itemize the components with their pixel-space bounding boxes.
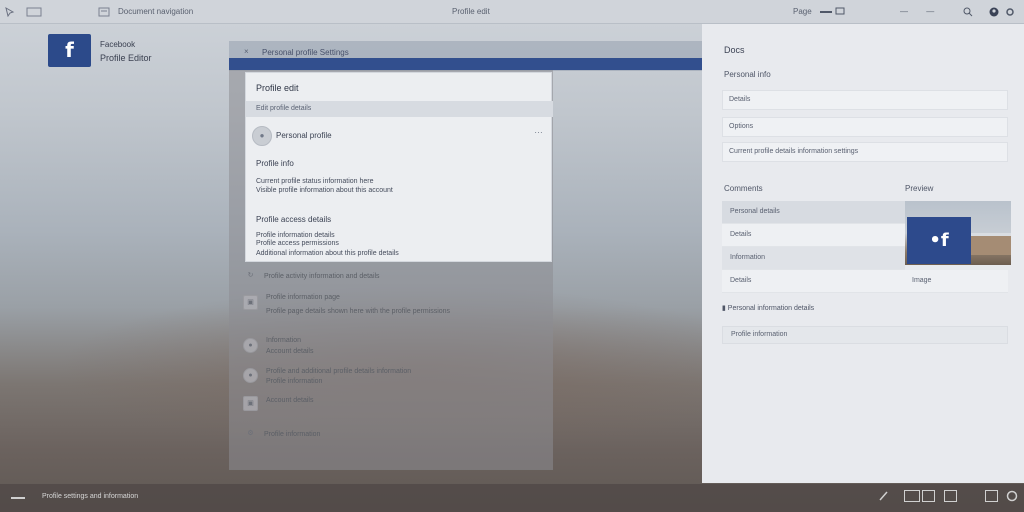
flag-icon[interactable] — [820, 7, 846, 17]
facebook-logo[interactable]: f — [48, 34, 91, 67]
profile-icon: ● — [243, 368, 258, 383]
cursor-icon[interactable] — [4, 7, 16, 17]
details-table: Personal details Details Information Det… — [722, 201, 1008, 293]
avatar[interactable]: ● — [252, 126, 272, 146]
options-field[interactable]: Options — [722, 117, 1008, 137]
back-icon[interactable] — [10, 494, 26, 502]
taskbar-item[interactable]: Profile settings and information — [42, 493, 138, 500]
preview-image[interactable]: •f — [905, 201, 1011, 265]
brand-subtitle: Profile Editor — [100, 53, 152, 63]
image-caption: Image — [912, 277, 932, 284]
topbar-page-label[interactable]: Page — [793, 7, 812, 16]
profile-name[interactable]: Personal profile — [276, 131, 332, 140]
card-subbar[interactable]: Edit profile details — [246, 101, 553, 117]
card-heading: Profile edit — [256, 83, 299, 93]
section-info-line-2: Visible profile information about this a… — [256, 187, 393, 194]
list-item-sub: Account details — [266, 348, 314, 355]
power-icon[interactable] — [1006, 490, 1018, 502]
brand-title: Facebook — [100, 40, 136, 49]
list-item[interactable]: Profile information page — [266, 294, 340, 301]
dialog-close-button[interactable]: × — [244, 47, 249, 56]
details-link[interactable]: ▮ Personal information details — [722, 304, 814, 312]
table-cell: Personal details — [730, 208, 780, 215]
pen-icon[interactable] — [878, 490, 890, 502]
more-options-icon[interactable]: … — [534, 125, 543, 135]
grid-icon[interactable] — [904, 490, 920, 502]
topbar-left-title[interactable]: Document navigation — [118, 7, 193, 16]
image-icon[interactable] — [944, 490, 957, 502]
section-info-line-1: Current profile status information here — [256, 178, 374, 185]
section-title-info: Profile info — [256, 159, 294, 168]
dialog-title: Personal profile Settings — [262, 48, 349, 57]
table-row[interactable]: Personal details — [722, 201, 905, 224]
details-panel: Docs Personal info Details Options Curre… — [702, 24, 1024, 483]
table-row[interactable]: Information — [722, 247, 905, 270]
refresh-icon: ↻ — [247, 272, 254, 279]
account-icon[interactable] — [988, 7, 1000, 17]
section-label: Personal info — [724, 70, 771, 79]
field-value: Details — [729, 96, 751, 103]
page-icon: ▣ — [243, 295, 258, 310]
status-field[interactable]: Current profile details information sett… — [722, 142, 1008, 162]
search-icon[interactable] — [962, 7, 974, 17]
taskbar: Profile settings and information — [0, 484, 1024, 512]
dialog-accent-bar — [229, 58, 702, 70]
details-field[interactable]: Details — [722, 90, 1008, 110]
panel-title: Docs — [724, 45, 745, 55]
field-value: Current profile details information sett… — [729, 148, 859, 155]
account-details-icon: ▣ — [243, 396, 258, 411]
list-item[interactable]: Profile and additional profile details i… — [266, 368, 411, 375]
table-cell: Details — [730, 231, 752, 238]
settings-icon[interactable] — [1004, 7, 1016, 17]
table-row[interactable]: Details Image — [722, 270, 1008, 293]
folder-icon[interactable] — [922, 490, 935, 502]
card-subbar-label: Edit profile details — [256, 105, 312, 112]
comments-label: Comments — [724, 184, 763, 193]
building-shape — [971, 233, 1011, 255]
gear-icon: ⚙ — [247, 430, 254, 437]
preview-label: Preview — [905, 184, 934, 193]
table-row[interactable]: Details — [722, 224, 905, 247]
field-value: Options — [729, 123, 754, 130]
list-item[interactable]: Profile activity information and details — [264, 273, 380, 280]
list-item[interactable]: Profile information — [264, 431, 320, 438]
window-icon[interactable] — [26, 7, 42, 17]
facebook-logo-thumbnail: •f — [907, 217, 971, 264]
section-access-line-3: Additional information about this profil… — [256, 250, 399, 257]
info-icon: ● — [243, 338, 258, 353]
list-item-sub: Profile information — [266, 378, 323, 385]
details-link-label: Personal information details — [727, 305, 815, 312]
list-item[interactable]: Information — [266, 337, 301, 344]
section-title-access: Profile access details — [256, 215, 332, 224]
topbar-indicator: — — — [900, 7, 943, 16]
topbar-center-title: Profile edit — [452, 7, 490, 16]
list-item[interactable]: Account details — [266, 397, 313, 404]
table-cell: Details — [730, 277, 752, 284]
section-access-line-1: Profile information details — [256, 232, 335, 239]
footer-field[interactable]: Profile information — [722, 326, 1008, 344]
profile-card: Profile edit Edit profile details ● Pers… — [245, 72, 553, 262]
footer-value: Profile information — [731, 331, 788, 338]
window-icon[interactable] — [985, 490, 998, 502]
table-cell: Information — [730, 254, 766, 261]
list-item-sub: Profile page details shown here with the… — [266, 308, 451, 315]
document-icon[interactable] — [98, 7, 110, 17]
section-access-line-2: Profile access permissions — [256, 240, 339, 247]
top-toolbar: Document navigation Profile edit Page — … — [0, 0, 1024, 24]
